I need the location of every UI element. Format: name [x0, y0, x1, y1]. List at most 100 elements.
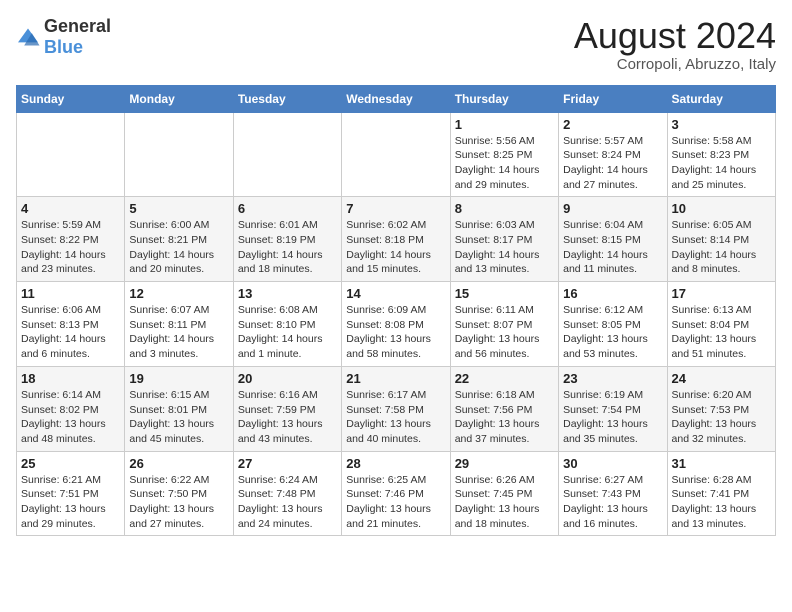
day-info: Sunrise: 6:15 AM Sunset: 8:01 PM Dayligh…: [129, 388, 228, 447]
weekday-header-friday: Friday: [559, 85, 667, 112]
day-number: 25: [21, 456, 120, 471]
day-info: Sunrise: 6:13 AM Sunset: 8:04 PM Dayligh…: [672, 303, 771, 362]
day-number: 18: [21, 371, 120, 386]
calendar-week-row: 1 Sunrise: 5:56 AM Sunset: 8:25 PM Daylig…: [17, 112, 776, 197]
day-info: Sunrise: 6:11 AM Sunset: 8:07 PM Dayligh…: [455, 303, 554, 362]
calendar-cell: 27 Sunrise: 6:24 AM Sunset: 7:48 PM Dayli…: [233, 451, 341, 536]
day-number: 22: [455, 371, 554, 386]
day-number: 29: [455, 456, 554, 471]
day-info: Sunrise: 5:56 AM Sunset: 8:25 PM Dayligh…: [455, 134, 554, 193]
weekday-header-thursday: Thursday: [450, 85, 558, 112]
calendar-week-row: 25Sunrise: 6:21 AM Sunset: 7:51 PM Dayli…: [17, 451, 776, 536]
day-number: 19: [129, 371, 228, 386]
day-number: 20: [238, 371, 337, 386]
day-number: 26: [129, 456, 228, 471]
calendar-cell: 23Sunrise: 6:19 AM Sunset: 7:54 PM Dayli…: [559, 366, 667, 451]
calendar-cell: 24 Sunrise: 6:20 AM Sunset: 7:53 PM Dayli…: [667, 366, 775, 451]
day-info: Sunrise: 6:28 AM Sunset: 7:41 PM Dayligh…: [672, 473, 771, 532]
logo-blue: Blue: [44, 37, 83, 57]
day-info: Sunrise: 6:25 AM Sunset: 7:46 PM Dayligh…: [346, 473, 445, 532]
logo-icon: [16, 27, 40, 47]
day-info: Sunrise: 6:24 AM Sunset: 7:48 PM Dayligh…: [238, 473, 337, 532]
day-number: 12: [129, 286, 228, 301]
day-info: Sunrise: 6:16 AM Sunset: 7:59 PM Dayligh…: [238, 388, 337, 447]
calendar-cell: 4 Sunrise: 5:59 AM Sunset: 8:22 PM Daylig…: [17, 197, 125, 282]
calendar-cell: 7Sunrise: 6:02 AM Sunset: 8:18 PM Daylig…: [342, 197, 450, 282]
day-info: Sunrise: 6:00 AM Sunset: 8:21 PM Dayligh…: [129, 218, 228, 277]
day-number: 6: [238, 201, 337, 216]
day-info: Sunrise: 6:18 AM Sunset: 7:56 PM Dayligh…: [455, 388, 554, 447]
calendar-title: August 2024: [574, 16, 776, 56]
calendar-cell: [233, 112, 341, 197]
day-number: 10: [672, 201, 771, 216]
calendar-cell: 14Sunrise: 6:09 AM Sunset: 8:08 PM Dayli…: [342, 282, 450, 367]
calendar-cell: 17 Sunrise: 6:13 AM Sunset: 8:04 PM Dayli…: [667, 282, 775, 367]
calendar-cell: 5Sunrise: 6:00 AM Sunset: 8:21 PM Daylig…: [125, 197, 233, 282]
calendar-cell: 9 Sunrise: 6:04 AM Sunset: 8:15 PM Daylig…: [559, 197, 667, 282]
calendar-cell: 16 Sunrise: 6:12 AM Sunset: 8:05 PM Dayli…: [559, 282, 667, 367]
calendar-cell: 2 Sunrise: 5:57 AM Sunset: 8:24 PM Daylig…: [559, 112, 667, 197]
day-number: 28: [346, 456, 445, 471]
calendar-cell: 22 Sunrise: 6:18 AM Sunset: 7:56 PM Dayli…: [450, 366, 558, 451]
calendar-cell: 1 Sunrise: 5:56 AM Sunset: 8:25 PM Daylig…: [450, 112, 558, 197]
calendar-cell: 11 Sunrise: 6:06 AM Sunset: 8:13 PM Dayli…: [17, 282, 125, 367]
weekday-header-tuesday: Tuesday: [233, 85, 341, 112]
logo-general: General: [44, 16, 111, 36]
day-info: Sunrise: 5:58 AM Sunset: 8:23 PM Dayligh…: [672, 134, 771, 193]
day-number: 31: [672, 456, 771, 471]
calendar-cell: 20 Sunrise: 6:16 AM Sunset: 7:59 PM Dayli…: [233, 366, 341, 451]
day-info: Sunrise: 6:20 AM Sunset: 7:53 PM Dayligh…: [672, 388, 771, 447]
calendar-cell: 10 Sunrise: 6:05 AM Sunset: 8:14 PM Dayli…: [667, 197, 775, 282]
day-info: Sunrise: 6:04 AM Sunset: 8:15 PM Dayligh…: [563, 218, 662, 277]
day-info: Sunrise: 5:57 AM Sunset: 8:24 PM Dayligh…: [563, 134, 662, 193]
calendar-cell: 25Sunrise: 6:21 AM Sunset: 7:51 PM Dayli…: [17, 451, 125, 536]
day-number: 7: [346, 201, 445, 216]
day-number: 1: [455, 117, 554, 132]
day-info: Sunrise: 6:05 AM Sunset: 8:14 PM Dayligh…: [672, 218, 771, 277]
day-info: Sunrise: 5:59 AM Sunset: 8:22 PM Dayligh…: [21, 218, 120, 277]
calendar-cell: 29Sunrise: 6:26 AM Sunset: 7:45 PM Dayli…: [450, 451, 558, 536]
calendar-cell: [342, 112, 450, 197]
day-number: 17: [672, 286, 771, 301]
calendar-cell: 21 Sunrise: 6:17 AM Sunset: 7:58 PM Dayli…: [342, 366, 450, 451]
calendar-cell: 13Sunrise: 6:08 AM Sunset: 8:10 PM Dayli…: [233, 282, 341, 367]
day-number: 11: [21, 286, 120, 301]
day-info: Sunrise: 6:12 AM Sunset: 8:05 PM Dayligh…: [563, 303, 662, 362]
weekday-header-sunday: Sunday: [17, 85, 125, 112]
day-number: 4: [21, 201, 120, 216]
calendar-cell: 15Sunrise: 6:11 AM Sunset: 8:07 PM Dayli…: [450, 282, 558, 367]
calendar-cell: 8 Sunrise: 6:03 AM Sunset: 8:17 PM Daylig…: [450, 197, 558, 282]
day-info: Sunrise: 6:01 AM Sunset: 8:19 PM Dayligh…: [238, 218, 337, 277]
calendar-cell: 28 Sunrise: 6:25 AM Sunset: 7:46 PM Dayli…: [342, 451, 450, 536]
logo: General Blue: [16, 16, 111, 58]
day-number: 30: [563, 456, 662, 471]
day-info: Sunrise: 6:06 AM Sunset: 8:13 PM Dayligh…: [21, 303, 120, 362]
day-info: Sunrise: 6:19 AM Sunset: 7:54 PM Dayligh…: [563, 388, 662, 447]
day-info: Sunrise: 6:27 AM Sunset: 7:43 PM Dayligh…: [563, 473, 662, 532]
calendar-week-row: 4 Sunrise: 5:59 AM Sunset: 8:22 PM Daylig…: [17, 197, 776, 282]
day-info: Sunrise: 6:03 AM Sunset: 8:17 PM Dayligh…: [455, 218, 554, 277]
day-number: 3: [672, 117, 771, 132]
day-number: 2: [563, 117, 662, 132]
weekday-header-wednesday: Wednesday: [342, 85, 450, 112]
calendar-cell: [125, 112, 233, 197]
day-info: Sunrise: 6:09 AM Sunset: 8:08 PM Dayligh…: [346, 303, 445, 362]
day-number: 9: [563, 201, 662, 216]
calendar-week-row: 18 Sunrise: 6:14 AM Sunset: 8:02 PM Dayli…: [17, 366, 776, 451]
weekday-header-row: SundayMondayTuesdayWednesdayThursdayFrid…: [17, 85, 776, 112]
weekday-header-saturday: Saturday: [667, 85, 775, 112]
day-info: Sunrise: 6:07 AM Sunset: 8:11 PM Dayligh…: [129, 303, 228, 362]
day-number: 24: [672, 371, 771, 386]
calendar-cell: 3 Sunrise: 5:58 AM Sunset: 8:23 PM Daylig…: [667, 112, 775, 197]
day-number: 27: [238, 456, 337, 471]
day-number: 8: [455, 201, 554, 216]
day-number: 16: [563, 286, 662, 301]
day-number: 21: [346, 371, 445, 386]
day-info: Sunrise: 6:17 AM Sunset: 7:58 PM Dayligh…: [346, 388, 445, 447]
header: General Blue August 2024 Corropoli, Abru…: [16, 16, 776, 73]
calendar-cell: 12 Sunrise: 6:07 AM Sunset: 8:11 PM Dayli…: [125, 282, 233, 367]
calendar-cell: 31 Sunrise: 6:28 AM Sunset: 7:41 PM Dayli…: [667, 451, 775, 536]
calendar-header: SundayMondayTuesdayWednesdayThursdayFrid…: [17, 85, 776, 112]
day-info: Sunrise: 6:14 AM Sunset: 8:02 PM Dayligh…: [21, 388, 120, 447]
calendar-cell: 26Sunrise: 6:22 AM Sunset: 7:50 PM Dayli…: [125, 451, 233, 536]
